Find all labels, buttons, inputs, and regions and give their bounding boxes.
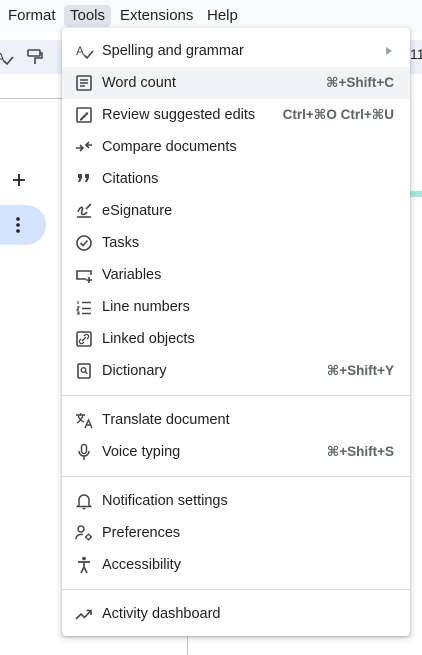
menu-item-label: Tasks [102, 235, 140, 251]
microphone-icon [74, 442, 94, 462]
shortcut-label: Ctrl+⌘O Ctrl+⌘U [282, 107, 394, 122]
menu-item-accessibility[interactable]: Accessibility [62, 549, 410, 581]
menu-item-tasks[interactable]: Tasks [62, 227, 410, 259]
menu-item-label: Translate document [102, 412, 230, 428]
menu-item-label: Dictionary [102, 363, 167, 379]
menu-item-activity-dashboard[interactable]: Activity dashboard [62, 598, 410, 630]
document-tab[interactable] [0, 205, 46, 245]
translate-icon [74, 410, 94, 430]
menu-item-label: Voice typing [102, 444, 181, 460]
shortcut-label: ⌘+Shift+Y [326, 363, 394, 378]
menu-item-label: Preferences [102, 525, 181, 541]
menu-item-notification-settings[interactable]: Notification settings [62, 485, 410, 517]
menu-item-citations[interactable]: Citations [62, 163, 410, 195]
review-edits-icon [74, 105, 94, 125]
menu-divider [62, 476, 410, 477]
page-accent [408, 191, 422, 197]
trending-up-icon [74, 604, 94, 624]
word-count-icon [74, 73, 94, 93]
menu-item-esignature[interactable]: eSignature [62, 195, 410, 227]
add-tab-icon[interactable] [9, 170, 29, 190]
menu-item-spelling-grammar[interactable]: A Spelling and grammar [62, 35, 410, 67]
tools-menu: A Spelling and grammar Word count ⌘+Shif… [62, 28, 410, 636]
shortcut-label: ⌘+Shift+S [326, 444, 394, 459]
menu-item-label: Citations [102, 171, 159, 187]
menu-item-review-edits[interactable]: Review suggested edits Ctrl+⌘O Ctrl+⌘U [62, 99, 410, 131]
spellcheck-icon[interactable]: A [0, 47, 14, 67]
menu-item-compare-documents[interactable]: Compare documents [62, 131, 410, 163]
svg-text:A: A [0, 50, 5, 65]
menu-item-label: Word count [102, 75, 176, 91]
svg-text:A: A [76, 44, 84, 58]
more-options-icon[interactable] [14, 215, 22, 235]
menu-format[interactable]: Format [2, 5, 62, 27]
menu-item-dictionary[interactable]: Dictionary ⌘+Shift+Y [62, 355, 410, 387]
menu-item-label: Compare documents [102, 139, 237, 155]
menu-item-line-numbers[interactable]: Line numbers [62, 291, 410, 323]
variables-icon [74, 265, 94, 285]
menu-item-linked-objects[interactable]: Linked objects [62, 323, 410, 355]
menu-divider [62, 589, 410, 590]
menu-divider [62, 395, 410, 396]
menu-item-label: Variables [102, 267, 162, 283]
spellcheck-icon: A [74, 41, 94, 61]
menu-item-label: Linked objects [102, 331, 195, 347]
paint-format-icon[interactable] [25, 47, 45, 67]
bell-icon [74, 491, 94, 511]
line-numbers-icon [74, 297, 94, 317]
menu-item-label: Notification settings [102, 493, 228, 509]
font-size-field[interactable]: 11 [410, 46, 422, 62]
menu-item-translate-document[interactable]: Translate document [62, 404, 410, 436]
dictionary-icon [74, 361, 94, 381]
menu-item-label: Review suggested edits [102, 107, 256, 123]
preferences-icon [74, 523, 94, 543]
menu-item-word-count[interactable]: Word count ⌘+Shift+C [62, 67, 410, 99]
menu-item-label: Activity dashboard [102, 606, 221, 622]
quote-icon [74, 169, 94, 189]
menu-extensions[interactable]: Extensions [114, 5, 199, 27]
menu-item-variables[interactable]: Variables [62, 259, 410, 291]
menu-item-label: eSignature [102, 203, 173, 219]
menu-item-label: Spelling and grammar [102, 43, 244, 59]
menu-item-label: Accessibility [102, 557, 181, 573]
ruler-divider [0, 98, 62, 99]
menu-help[interactable]: Help [201, 5, 244, 27]
tasks-icon [74, 233, 94, 253]
submenu-arrow-icon [384, 45, 394, 57]
menu-item-label: Line numbers [102, 299, 190, 315]
menu-item-preferences[interactable]: Preferences [62, 517, 410, 549]
signature-icon [74, 201, 94, 221]
menu-tools[interactable]: Tools [64, 5, 112, 27]
compare-icon [74, 137, 94, 157]
shortcut-label: ⌘+Shift+C [325, 75, 394, 90]
accessibility-icon [74, 555, 94, 575]
linked-objects-icon [74, 329, 94, 349]
menu-item-voice-typing[interactable]: Voice typing ⌘+Shift+S [62, 436, 410, 468]
